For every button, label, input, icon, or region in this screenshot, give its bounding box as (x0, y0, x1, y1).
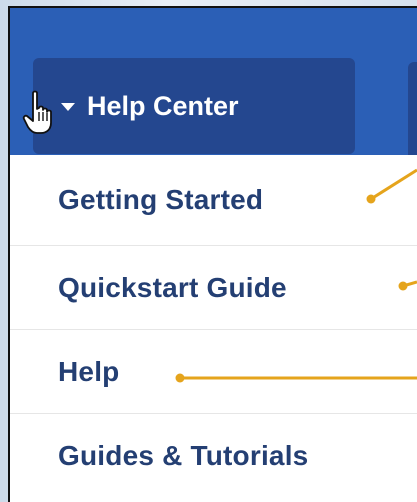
menu-item-label: Getting Started (58, 184, 264, 215)
next-nav-tab[interactable] (408, 62, 417, 158)
top-navbar: Help Center (10, 8, 417, 158)
menu-item-getting-started[interactable]: Getting Started (10, 155, 417, 246)
menu-item-label: Quickstart Guide (58, 271, 287, 303)
menu-item-quickstart-guide[interactable]: Quickstart Guide (10, 246, 417, 330)
hand-pointer-icon (22, 90, 52, 134)
help-center-label: Help Center (87, 90, 239, 121)
help-menu-window: Help Center Getting Started Quickstart G… (8, 6, 417, 502)
menu-item-help[interactable]: Help (10, 330, 417, 414)
help-center-menu-button[interactable]: Help Center (33, 58, 355, 154)
menu-item-label: Guides & Tutorials (58, 440, 309, 471)
caret-down-icon (61, 103, 75, 111)
menu-item-label: Help (58, 355, 120, 387)
help-center-dropdown: Getting Started Quickstart Guide Help Gu… (10, 155, 417, 498)
menu-item-guides-tutorials[interactable]: Guides & Tutorials (10, 414, 417, 498)
screenshot-stage: Help Center Getting Started Quickstart G… (0, 0, 417, 502)
